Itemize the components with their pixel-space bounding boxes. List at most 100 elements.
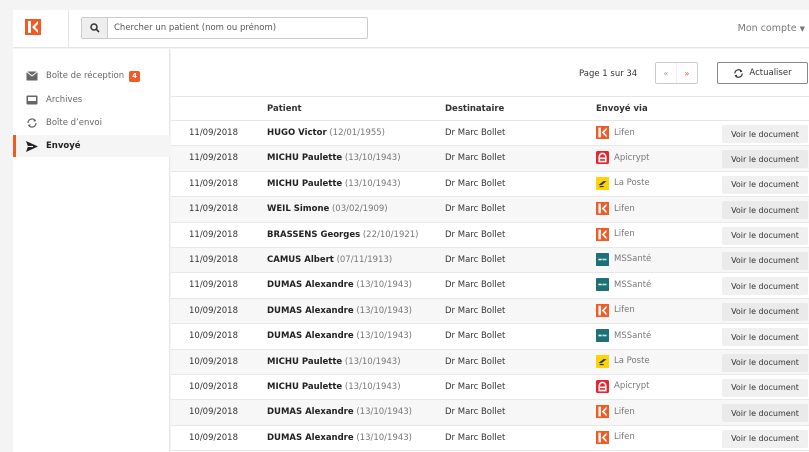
patient-cell[interactable]: MICHU Paulette (13/10/1943) [267,179,401,189]
view-document-button[interactable]: Voir le document [722,251,808,270]
view-document-button[interactable]: Voir le document [722,175,808,194]
patient-cell[interactable]: WEIL Simone (03/02/1909) [267,204,388,214]
search-icon[interactable] [82,18,108,38]
patient-name: MICHU Paulette [267,153,343,164]
sent-via: Apicrypt [596,379,650,393]
patient-birthdate: (13/10/1943) [344,381,401,392]
view-document-button[interactable]: Voir le document [722,277,808,296]
previous-page-button[interactable]: « [656,63,677,83]
recipient: Dr Marc Bollet [445,254,506,265]
view-document-button[interactable]: Voir le document [722,150,808,169]
view-document-button[interactable]: Voir le document [722,353,808,372]
table-row: 10/09/2018 DUMAS Alexandre (13/10/1943) Dr… [171,298,809,325]
table-row: 10/09/2018 MICHU Paulette (13/10/1943) Dr … [171,349,809,375]
patient-cell[interactable]: DUMAS Alexandre (13/10/1943) [267,331,412,341]
view-document-button[interactable]: Voir le document [722,328,808,347]
patient-birthdate: (12/01/1955) [329,128,385,138]
recipient: Dr Marc Bollet [445,280,506,291]
patient-cell[interactable]: MICHU Paulette (13/10/1943) [267,153,401,163]
table-row: 11/09/2018 WEIL Simone (03/02/1909) Dr Mar… [171,197,809,223]
refresh-icon [733,68,744,79]
patient-birthdate: (13/10/1943) [356,407,412,418]
lifen-icon [596,202,609,216]
view-document-button[interactable]: Voir le document [722,302,808,321]
view-document-button[interactable]: Voir le document [722,378,808,397]
patient-cell[interactable]: DUMAS Alexandre (13/10/1943) [267,306,412,316]
patient-cell[interactable]: MICHU Paulette (13/10/1943) [267,382,401,392]
sent-date: 10/09/2018 [189,331,238,342]
patient-cell[interactable]: CAMUS Albert (07/11/1913) [267,255,392,265]
next-page-button[interactable]: » [677,63,697,83]
main-panel: Page 1 sur 34 « » Actualiser Patient Des… [171,49,809,452]
recipient: Dr Marc Bollet [445,153,506,164]
patient-birthdate: (03/02/1909) [331,204,388,215]
sidebar-item-label: Boîte de réception [46,71,125,81]
table-body: 11/09/2018 HUGO Victor (12/01/1955) Dr Mar… [171,121,809,452]
sent-via-label: Apicrypt [614,152,650,163]
top-bar-divider [68,10,69,48]
table-row: 11/09/2018 MICHU Paulette (13/10/1943) Dr … [171,172,809,198]
sent-via: Lifen [596,227,635,241]
patient-cell[interactable]: DUMAS Alexandre (13/10/1943) [267,433,412,443]
la-poste-icon [596,354,609,368]
recipient: Dr Marc Bollet [445,356,506,367]
patient-birthdate: (13/10/1943) [344,153,401,164]
recipient: Dr Marc Bollet [445,229,506,240]
view-document-button[interactable]: Voir le document [722,226,808,245]
column-header-destinataire: Destinataire [445,104,505,114]
sent-date: 11/09/2018 [189,280,238,291]
sidebar-item-outbox[interactable]: Boîte d’envoi [13,112,170,134]
sent-via: Lifen [596,126,635,139]
view-document-button[interactable]: Voir le document [722,429,808,448]
sent-via: Lifen [596,202,635,216]
inbox-icon [26,70,38,82]
sidebar-item-inbox[interactable]: Boîte de réception 4 [13,65,170,87]
patient-name: DUMAS Alexandre [267,305,354,316]
sent-via-label: Lifen [614,127,635,138]
patient-cell[interactable]: DUMAS Alexandre (13/10/1943) [267,280,412,290]
sent-via: La Poste [596,354,650,368]
patient-cell[interactable]: MICHU Paulette (13/10/1943) [267,357,401,367]
table-row: 10/09/2018 DUMAS Alexandre (13/10/1943) Dr… [171,426,809,452]
patient-cell[interactable]: DUMAS Alexandre (13/10/1943) [267,407,412,417]
recipient: Dr Marc Bollet [445,305,506,316]
sent-via-label: Lifen [614,406,635,417]
sent-via-label: Lifen [614,305,635,316]
list-toolbar: Page 1 sur 34 « » Actualiser [171,49,809,97]
view-document-button[interactable]: Voir le document [722,125,808,143]
patient-cell[interactable]: HUGO Victor (12/01/1955) [267,128,385,138]
account-menu[interactable]: Mon compte ▼ [738,23,805,34]
patient-name: WEIL Simone [267,204,330,215]
lifen-logo-icon[interactable] [25,19,41,35]
patient-name: DUMAS Alexandre [267,407,354,418]
patient-name: HUGO Victor [267,128,327,138]
view-document-button[interactable]: Voir le document [722,201,808,220]
patient-birthdate: (22/10/1921) [362,229,419,240]
refresh-label: Actualiser [749,68,792,78]
table-row: 10/09/2018 MICHU Paulette (13/10/1943) Dr … [171,375,809,401]
view-document-button[interactable]: Voir le document [722,404,808,423]
sidebar-item-label: Archives [46,95,83,105]
search-input[interactable] [114,20,364,36]
sent-via-label: MSSanté [614,330,652,341]
sent-via: Lifen [596,303,635,317]
sent-date: 11/09/2018 [189,229,238,240]
table-header: Patient Destinataire Envoyé via [171,97,809,121]
sent-via-label: La Poste [614,178,650,189]
sidebar-item-archives[interactable]: Archives [13,89,170,111]
patient-cell[interactable]: BRASSENS Georges (22/10/1921) [267,230,418,240]
sent-via: Lifen [596,430,635,444]
patient-birthdate: (07/11/1913) [336,254,393,265]
patient-birthdate: (13/10/1943) [356,280,412,291]
refresh-button[interactable]: Actualiser [717,62,808,84]
caret-down-icon: ▼ [799,25,805,33]
sent-via-label: La Poste [614,356,650,367]
recipient: Dr Marc Bollet [445,381,506,392]
recipient: Dr Marc Bollet [445,331,506,342]
sidebar-item-sent[interactable]: Envoyé [13,135,170,157]
sent-via: MSSanté [596,252,651,266]
column-header-envoye-via: Envoyé via [596,104,648,114]
table-row: 11/09/2018 MICHU Paulette (13/10/1943) Dr … [171,146,809,172]
sent-date: 10/09/2018 [189,381,238,392]
sent-via-label: MSSanté [614,279,652,290]
